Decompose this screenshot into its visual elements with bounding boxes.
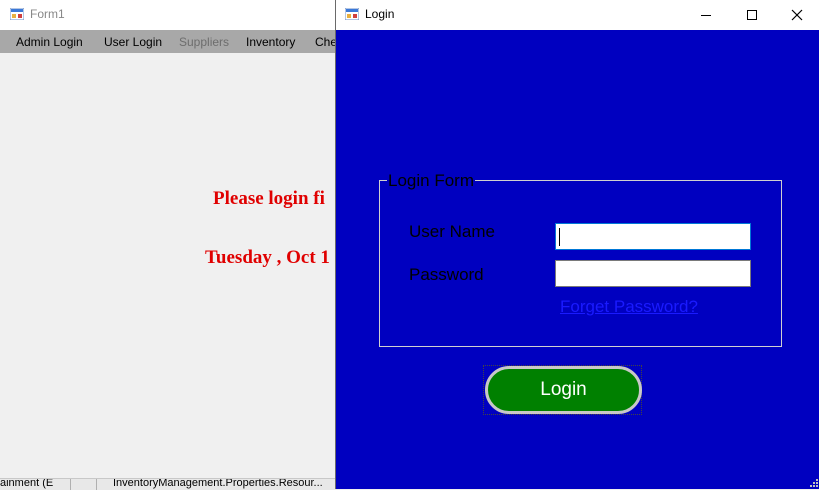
username-input[interactable] <box>555 223 751 250</box>
username-label: User Name <box>409 222 495 241</box>
menu-che[interactable]: Che <box>315 35 337 49</box>
login-button[interactable]: Login <box>485 366 642 414</box>
form1-titlebar[interactable]: Form1 <box>0 0 340 30</box>
status-bar: ainment (E InventoryManagement.Propertie… <box>0 478 340 490</box>
forgot-password-link[interactable]: Forget Password? <box>560 297 698 317</box>
password-input[interactable] <box>555 260 751 287</box>
status-part-2: InventoryManagement.Properties.Resour... <box>113 478 323 489</box>
status-divider <box>70 479 71 490</box>
form1-client-area: Please login fi Tuesday , Oct 1 <box>0 53 340 478</box>
password-label: Password <box>409 265 484 284</box>
menu-bar: Admin Login User Login Suppliers Invento… <box>0 30 340 53</box>
menu-admin-login[interactable]: Admin Login <box>16 35 83 49</box>
login-title: Login <box>365 7 395 21</box>
menu-suppliers[interactable]: Suppliers <box>179 35 229 49</box>
menu-inventory[interactable]: Inventory <box>246 35 295 49</box>
close-icon <box>791 9 803 21</box>
close-button[interactable] <box>774 0 819 30</box>
date-label: Tuesday , Oct 1 <box>205 247 330 268</box>
maximize-icon <box>747 10 757 20</box>
login-form-legend: Login Form <box>387 171 475 191</box>
form-icon <box>10 8 24 20</box>
form1-window: Form1 Admin Login User Login Suppliers I… <box>0 0 340 490</box>
maximize-button[interactable] <box>729 0 775 30</box>
status-divider <box>96 479 97 490</box>
minimize-button[interactable] <box>683 0 729 30</box>
minimize-icon <box>701 15 711 16</box>
form-icon <box>345 8 359 20</box>
login-titlebar[interactable]: Login <box>336 0 819 30</box>
menu-user-login[interactable]: User Login <box>104 35 162 49</box>
resize-grip-icon[interactable] <box>810 479 818 487</box>
text-caret <box>559 228 560 246</box>
login-window: Login Login Form User Name Password Forg… <box>335 0 819 489</box>
status-part-1: ainment (E <box>0 478 54 489</box>
form1-title: Form1 <box>30 7 65 21</box>
login-prompt-message: Please login fi <box>213 188 325 209</box>
